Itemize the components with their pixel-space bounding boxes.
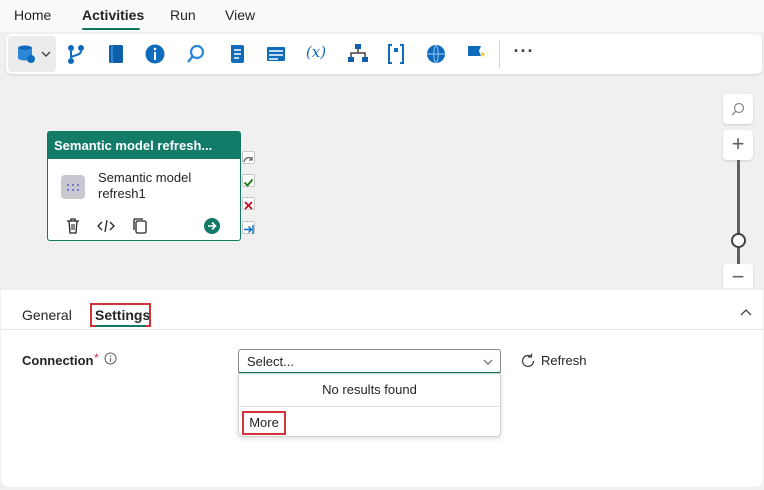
semantic-model-refresh-activity[interactable]: Semantic model refresh... Semantic model… <box>47 131 241 241</box>
globe-icon[interactable] <box>424 42 448 66</box>
connection-dropdown-list: No results found More <box>238 373 501 437</box>
zoom-in-button[interactable]: + <box>723 130 753 160</box>
no-results-text: No results found <box>322 382 417 397</box>
tab-general[interactable]: General <box>22 307 72 323</box>
more-options-button[interactable]: ··· <box>512 42 536 66</box>
flag-icon[interactable] <box>464 42 488 66</box>
connection-label: Connection <box>22 353 94 368</box>
arrow-right-icon <box>244 225 254 234</box>
branch-icon[interactable] <box>64 42 88 66</box>
zoom-slider-thumb[interactable] <box>731 233 746 248</box>
activity-actions <box>64 217 234 237</box>
top-menu-bar: Home Activities Run View <box>0 0 764 32</box>
connection-select[interactable]: Select... <box>238 349 501 374</box>
activity-label: Semantic model refresh1 <box>98 170 192 201</box>
form-icon[interactable] <box>264 42 288 66</box>
hierarchy-icon[interactable] <box>346 42 370 66</box>
bracket-icon[interactable] <box>384 42 408 66</box>
info-icon[interactable] <box>104 352 117 365</box>
delete-icon[interactable] <box>64 217 82 235</box>
activity-header: Semantic model refresh... <box>48 132 240 159</box>
go-icon[interactable] <box>203 217 221 235</box>
script-icon[interactable] <box>225 42 249 66</box>
more-option[interactable]: More <box>242 411 286 435</box>
checkmark-icon <box>243 178 254 187</box>
data-store-icon <box>18 45 35 63</box>
properties-panel-body: General Settings Connection * Select... … <box>1 290 763 487</box>
refresh-label: Refresh <box>541 353 587 368</box>
search-icon[interactable] <box>184 42 208 66</box>
required-marker: * <box>94 351 99 365</box>
active-tab-underline <box>95 325 146 327</box>
notebook-icon[interactable] <box>104 42 128 66</box>
tab-divider <box>1 329 763 330</box>
chevron-down-icon <box>483 359 493 365</box>
active-menu-underline <box>82 28 140 30</box>
complete-port[interactable] <box>242 221 255 234</box>
variable-icon[interactable]: (x) <box>304 43 328 67</box>
toolbar-divider <box>499 40 500 68</box>
connection-select-value: Select... <box>247 354 294 369</box>
copy-icon[interactable] <box>131 217 149 235</box>
menu-activities[interactable]: Activities <box>82 7 144 23</box>
menu-home[interactable]: Home <box>14 7 51 23</box>
chevron-up-icon[interactable] <box>739 306 753 320</box>
menu-run[interactable]: Run <box>170 7 196 23</box>
chevron-down-icon <box>41 51 51 57</box>
search-icon <box>731 102 745 116</box>
zoom-search-button[interactable] <box>723 94 753 124</box>
settings-tab-highlight <box>90 303 151 327</box>
x-icon <box>244 201 253 210</box>
zoom-controls: + − <box>723 94 753 288</box>
menu-view[interactable]: View <box>225 7 255 23</box>
activities-toolbar: (x) ··· <box>6 34 762 74</box>
pipeline-canvas[interactable]: Semantic model refresh... Semantic model… <box>0 82 764 288</box>
data-store-dropdown[interactable] <box>8 36 56 72</box>
info-icon[interactable] <box>143 42 167 66</box>
skip-port[interactable] <box>242 151 255 164</box>
zoom-slider-track[interactable] <box>737 160 740 270</box>
properties-panel: General Settings Connection * Select... … <box>0 288 764 490</box>
fail-port[interactable] <box>242 197 255 210</box>
success-port[interactable] <box>242 174 255 187</box>
skip-icon <box>243 156 253 163</box>
plus-icon: + <box>731 131 745 156</box>
zoom-out-button[interactable]: − <box>723 264 753 288</box>
dropdown-divider <box>239 406 500 407</box>
semantic-model-icon <box>61 175 85 199</box>
minus-icon: − <box>731 264 745 288</box>
code-icon[interactable] <box>97 217 115 235</box>
refresh-icon <box>521 353 535 368</box>
